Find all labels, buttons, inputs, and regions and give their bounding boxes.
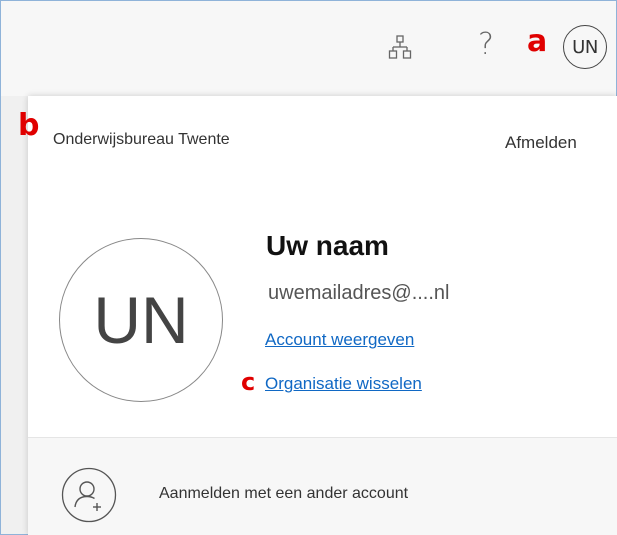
question-mark-icon[interactable]: ? [478, 27, 494, 63]
user-name: Uw naam [266, 230, 389, 261]
switch-organization-link[interactable]: Organisatie wisselen [265, 374, 422, 394]
top-bar [1, 1, 616, 96]
add-person-icon[interactable] [61, 467, 117, 523]
organization-name: Onderwijsbureau Twente [53, 131, 230, 148]
sign-out-link[interactable]: Afmelden [505, 133, 577, 153]
view-account-link[interactable]: Account weergeven [265, 330, 414, 350]
annotation-label-c: c [241, 368, 256, 396]
annotation-label-b: b [18, 108, 40, 143]
user-email: uwemailadres@....nl [268, 282, 450, 304]
avatar-button[interactable]: UN [563, 25, 607, 69]
add-account-label[interactable]: Aanmelden met een ander account [159, 485, 408, 503]
organization-tree-icon[interactable] [388, 35, 412, 61]
annotation-label-a: a [527, 24, 548, 59]
avatar-large: UN [59, 238, 223, 402]
